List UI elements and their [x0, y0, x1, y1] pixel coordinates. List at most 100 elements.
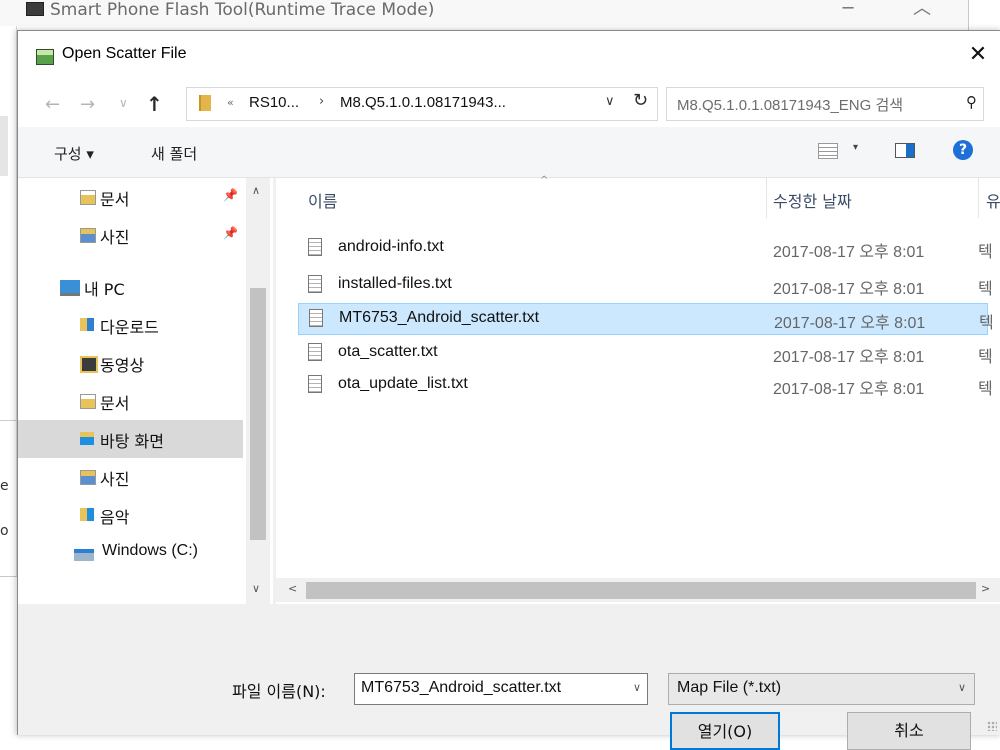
nav-item-label: 문서	[100, 394, 130, 413]
scroll-left-icon[interactable]: <	[288, 582, 297, 595]
toolbar: 구성 ▾ 새 폴더 ▾ ?	[18, 127, 1000, 178]
file-row[interactable]: installed-files.txt 2017-08-17 오후 8:01 텍	[298, 270, 993, 300]
file-type-filter-select[interactable]: Map File (*.txt) ∨	[668, 673, 975, 705]
horizontal-scrollbar[interactable]: < >	[276, 578, 1000, 602]
cancel-button[interactable]: 취소	[847, 712, 971, 750]
nav-item-music[interactable]: 음악	[18, 496, 243, 534]
file-name: android-info.txt	[338, 238, 444, 255]
text-file-icon	[308, 238, 322, 256]
close-icon[interactable]: ✕	[955, 31, 1000, 81]
address-dropdown-icon[interactable]: ∨	[605, 94, 615, 109]
nav-item-desktop[interactable]: 바탕 화면	[18, 420, 243, 458]
column-divider[interactable]	[766, 178, 767, 218]
nav-item-documents-pinned[interactable]: 문서 📌	[18, 178, 243, 216]
view-dropdown-icon[interactable]: ▾	[853, 142, 858, 153]
chevron-down-icon[interactable]: ∨	[958, 681, 966, 694]
file-row[interactable]: android-info.txt 2017-08-17 오후 8:01 텍	[298, 233, 993, 263]
scrollbar-thumb[interactable]	[250, 288, 266, 540]
text-file-icon	[308, 375, 322, 393]
pin-icon[interactable]: 📌	[223, 188, 238, 202]
column-divider[interactable]	[978, 178, 979, 218]
nav-item-this-pc[interactable]: 내 PC	[18, 268, 243, 306]
help-icon[interactable]: ?	[953, 140, 973, 160]
drive-icon	[74, 549, 94, 561]
resize-grip-icon[interactable]	[987, 721, 997, 731]
address-bar[interactable]: « RS10... › M8.Q5.1.0.1.08171943... ∨ ↻	[186, 87, 658, 121]
file-date: 2017-08-17 오후 8:01	[773, 244, 925, 261]
nav-item-label: 동영상	[100, 356, 145, 375]
scroll-up-icon[interactable]: ∧	[252, 184, 260, 197]
file-type: 텍	[979, 313, 994, 332]
dialog-title: Open Scatter File	[62, 45, 187, 62]
nav-item-videos[interactable]: 동영상	[18, 344, 243, 382]
dialog-app-icon	[36, 49, 54, 65]
desktop-icon	[80, 432, 94, 445]
file-list: ^ 이름 수정한 날짜 유 android-info.txt 2017-08-1…	[276, 175, 1000, 604]
file-type: 텍	[978, 279, 993, 298]
nav-item-label: 사진	[100, 228, 130, 247]
background-strip	[0, 116, 8, 176]
organize-button[interactable]: 구성 ▾	[54, 143, 94, 164]
file-name: MT6753_Android_scatter.txt	[339, 309, 540, 326]
filename-label: 파일 이름(N):	[232, 682, 326, 701]
nav-item-documents[interactable]: 문서	[18, 382, 243, 420]
view-options-icon[interactable]	[818, 143, 838, 159]
text-file-icon	[308, 275, 322, 293]
folder-icon	[199, 95, 211, 111]
nav-item-downloads[interactable]: 다운로드	[18, 306, 243, 344]
overflow-icon[interactable]: «	[227, 96, 234, 109]
filter-value: Map File (*.txt)	[677, 679, 782, 696]
search-placeholder: M8.Q5.1.0.1.08171943_ENG 검색	[677, 97, 904, 114]
scroll-down-icon[interactable]: ∨	[252, 582, 260, 595]
file-row-selected[interactable]: MT6753_Android_scatter.txt 2017-08-17 오후…	[298, 303, 994, 335]
new-folder-button[interactable]: 새 폴더	[151, 143, 197, 164]
up-arrow-icon[interactable]: ↑	[146, 92, 163, 116]
pictures-icon	[80, 228, 96, 243]
text-file-icon	[309, 309, 323, 327]
breadcrumb-separator-icon[interactable]: ›	[319, 94, 324, 109]
preview-pane-icon[interactable]	[895, 143, 915, 158]
file-name: installed-files.txt	[338, 275, 452, 292]
nav-item-label: Windows (C:)	[102, 542, 199, 559]
refresh-icon[interactable]: ↻	[633, 90, 648, 111]
nav-item-pictures[interactable]: 사진	[18, 458, 243, 496]
nav-item-windows-drive[interactable]: Windows (C:)	[18, 534, 243, 572]
file-row[interactable]: ota_scatter.txt 2017-08-17 오후 8:01 텍	[298, 338, 993, 368]
documents-icon	[80, 394, 96, 409]
nav-item-pictures-pinned[interactable]: 사진 📌	[18, 216, 243, 254]
forward-arrow-icon[interactable]: →	[80, 94, 95, 115]
maximize-icon[interactable]: ︿	[912, 0, 932, 18]
navigation-pane: 문서 📌 사진 📌 내 PC 다운로드 동영상 문서 바탕 화면 사진 음악 W…	[18, 178, 273, 604]
scroll-right-icon[interactable]: >	[981, 582, 990, 595]
pc-icon	[60, 280, 80, 296]
search-input[interactable]: M8.Q5.1.0.1.08171943_ENG 검색 ⚲	[666, 87, 984, 121]
music-icon	[80, 508, 94, 521]
open-button[interactable]: 열기(O)	[670, 712, 780, 750]
file-type: 텍	[978, 347, 993, 366]
nav-item-label: 사진	[100, 470, 130, 489]
file-row[interactable]: ota_update_list.txt 2017-08-17 오후 8:01 텍	[298, 370, 993, 400]
scrollbar-thumb[interactable]	[306, 582, 976, 599]
pictures-icon	[80, 470, 96, 485]
search-icon[interactable]: ⚲	[966, 93, 977, 111]
column-header-type[interactable]: 유	[986, 188, 1000, 212]
recent-locations-chevron-icon[interactable]: ∨	[119, 96, 128, 110]
background-titlebar: Smart Phone Flash Tool(Runtime Trace Mod…	[0, 0, 968, 26]
column-header-date[interactable]: 수정한 날짜	[773, 188, 852, 212]
filename-input[interactable]: MT6753_Android_scatter.txt ∨	[354, 673, 648, 705]
divider	[0, 420, 16, 421]
minimize-icon[interactable]: ─	[838, 0, 858, 18]
nav-item-label: 내 PC	[84, 280, 125, 299]
back-arrow-icon[interactable]: ←	[45, 94, 60, 115]
breadcrumb-item-current[interactable]: M8.Q5.1.0.1.08171943...	[340, 94, 506, 111]
file-date: 2017-08-17 오후 8:01	[773, 349, 925, 366]
column-header-name[interactable]: 이름	[308, 188, 337, 212]
breadcrumb-item[interactable]: RS10...	[249, 94, 299, 111]
nav-scrollbar[interactable]: ∧ ∨	[246, 178, 270, 604]
file-name: ota_update_list.txt	[338, 375, 468, 392]
file-date: 2017-08-17 오후 8:01	[773, 381, 925, 398]
file-date: 2017-08-17 오후 8:01	[774, 315, 926, 332]
pin-icon[interactable]: 📌	[223, 226, 238, 240]
chevron-down-icon[interactable]: ∨	[633, 681, 641, 694]
documents-icon	[80, 190, 96, 205]
